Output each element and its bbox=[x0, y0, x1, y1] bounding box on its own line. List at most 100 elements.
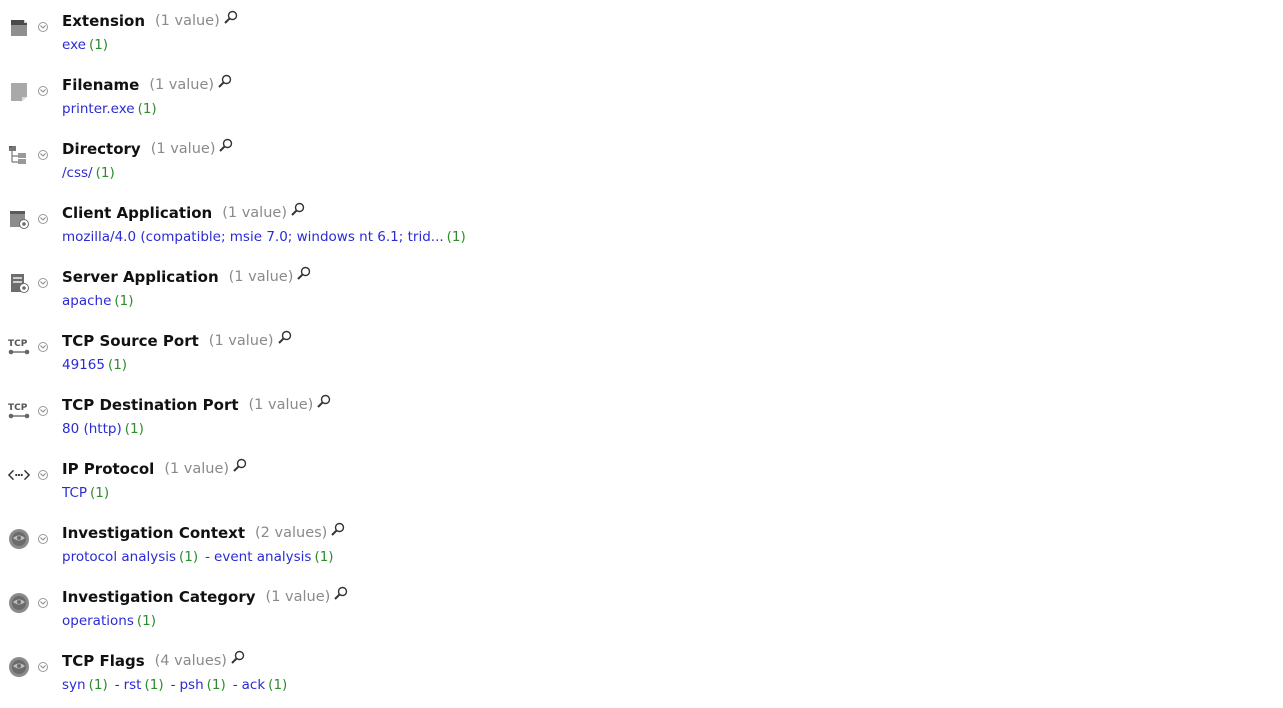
meta-key-name: TCP Flags bbox=[62, 652, 145, 670]
meta-value-link[interactable]: 80 (http) bbox=[62, 421, 122, 437]
meta-row: Server Application (1 value) apache (1) bbox=[0, 256, 1283, 320]
value-separator: - bbox=[205, 549, 211, 565]
meta-value-link[interactable]: 49165 bbox=[62, 357, 105, 373]
meta-key-name: Investigation Context bbox=[62, 524, 246, 542]
meta-key-name: Filename bbox=[62, 76, 140, 94]
meta-value-hits: (1) bbox=[446, 229, 466, 245]
meta-values: exe (1) bbox=[62, 35, 108, 55]
meta-key-name: Server Application bbox=[62, 268, 219, 286]
chevron-down-icon[interactable] bbox=[38, 406, 48, 416]
server-app-icon bbox=[8, 272, 30, 294]
search-icon[interactable] bbox=[231, 650, 245, 664]
meta-key-name: TCP Source Port bbox=[62, 332, 199, 350]
search-icon[interactable] bbox=[331, 522, 345, 536]
meta-value-hits: (1) bbox=[268, 677, 288, 693]
search-icon[interactable] bbox=[291, 202, 305, 216]
meta-value-link[interactable]: mozilla/4.0 (compatible; msie 7.0; windo… bbox=[62, 229, 444, 245]
meta-values: TCP (1) bbox=[62, 483, 109, 503]
chevron-down-icon[interactable] bbox=[38, 342, 48, 352]
meta-value-link[interactable]: TCP bbox=[62, 485, 87, 501]
chevron-down-icon[interactable] bbox=[38, 278, 48, 288]
meta-title-line: IP Protocol (1 value) bbox=[62, 458, 247, 480]
meta-values: protocol analysis (1) - event analysis (1) bbox=[62, 547, 334, 567]
search-icon[interactable] bbox=[317, 394, 331, 408]
investigation-icon bbox=[8, 592, 30, 614]
chevron-down-icon[interactable] bbox=[38, 22, 48, 32]
meta-values: printer.exe (1) bbox=[62, 99, 157, 119]
ip-protocol-icon bbox=[8, 464, 30, 486]
meta-value-count: (1 value) bbox=[150, 141, 216, 157]
search-icon[interactable] bbox=[224, 10, 238, 24]
search-icon[interactable] bbox=[334, 586, 348, 600]
meta-values: 80 (http) (1) bbox=[62, 419, 144, 439]
chevron-down-icon[interactable] bbox=[38, 662, 48, 672]
meta-value-count: (1 value) bbox=[222, 205, 287, 221]
meta-title-line: Investigation Context (2 values) bbox=[62, 522, 345, 544]
search-icon[interactable] bbox=[218, 74, 232, 88]
meta-value-link[interactable]: protocol analysis bbox=[62, 549, 176, 565]
meta-row: Extension (1 value) exe (1) bbox=[0, 0, 1283, 64]
meta-value-count: (4 values) bbox=[154, 653, 227, 669]
chevron-down-icon[interactable] bbox=[38, 534, 48, 544]
search-icon[interactable] bbox=[277, 330, 292, 344]
tcp-icon: TCP bbox=[8, 400, 30, 422]
meta-value-count: (1 value) bbox=[228, 269, 294, 285]
chevron-down-icon[interactable] bbox=[38, 470, 48, 480]
meta-value-hits: (1) bbox=[144, 677, 164, 693]
chevron-down-icon[interactable] bbox=[38, 86, 48, 96]
meta-title-line: Filename (1 value) bbox=[62, 74, 232, 96]
meta-key-name: Investigation Category bbox=[62, 588, 256, 606]
meta-value-link[interactable]: event analysis bbox=[214, 549, 311, 565]
meta-row: Investigation Category (1 value) operation… bbox=[0, 576, 1283, 640]
meta-title-line: TCP Destination Port (1 value) bbox=[62, 394, 331, 416]
investigation-icon bbox=[8, 528, 30, 550]
meta-row: Client Application (1 value) mozilla/4.0 (… bbox=[0, 192, 1283, 256]
search-icon[interactable] bbox=[219, 138, 233, 152]
value-separator: - bbox=[170, 677, 176, 693]
chevron-down-icon[interactable] bbox=[38, 150, 48, 160]
meta-row: Investigation Context (2 values) protocol … bbox=[0, 512, 1283, 576]
meta-value-count: (1 value) bbox=[155, 13, 220, 29]
value-separator: - bbox=[114, 677, 120, 693]
file-icon bbox=[8, 80, 30, 102]
search-icon[interactable] bbox=[297, 266, 311, 280]
meta-value-hits: (1) bbox=[314, 549, 334, 565]
meta-key-name: IP Protocol bbox=[62, 460, 155, 478]
chevron-down-icon[interactable] bbox=[38, 214, 48, 224]
meta-value-link[interactable]: apache bbox=[62, 293, 111, 309]
meta-values: mozilla/4.0 (compatible; msie 7.0; windo… bbox=[62, 227, 466, 247]
meta-value-hits: (1) bbox=[137, 101, 157, 117]
meta-value-link[interactable]: operations bbox=[62, 613, 134, 629]
meta-value-count: (2 values) bbox=[255, 525, 328, 541]
tcp-icon: TCP bbox=[8, 336, 30, 358]
meta-key-name: TCP Destination Port bbox=[62, 396, 239, 414]
meta-value-link[interactable]: psh bbox=[179, 677, 203, 693]
meta-value-hits: (1) bbox=[88, 37, 109, 53]
meta-list: Extension (1 value) exe (1) Filename (1 value… bbox=[0, 0, 1283, 708]
chevron-down-icon[interactable] bbox=[38, 598, 48, 608]
meta-value-hits: (1) bbox=[114, 293, 134, 309]
meta-values: apache (1) bbox=[62, 291, 134, 311]
client-app-icon bbox=[8, 208, 30, 230]
meta-value-count: (1 value) bbox=[208, 333, 274, 349]
meta-value-link[interactable]: ack bbox=[242, 677, 266, 693]
meta-value-link[interactable]: /css/ bbox=[62, 165, 93, 181]
svg-text:TCP: TCP bbox=[8, 339, 28, 349]
meta-value-hits: (1) bbox=[136, 613, 156, 629]
meta-value-link[interactable]: exe bbox=[62, 37, 86, 53]
meta-title-line: TCP Flags (4 values) bbox=[62, 650, 245, 672]
meta-value-link[interactable]: syn bbox=[62, 677, 86, 693]
meta-title-line: Server Application (1 value) bbox=[62, 266, 311, 288]
search-icon[interactable] bbox=[233, 458, 247, 472]
meta-value-hits: (1) bbox=[206, 677, 226, 693]
meta-value-hits: (1) bbox=[88, 677, 108, 693]
meta-value-hits: (1) bbox=[95, 165, 115, 181]
meta-value-link[interactable]: rst bbox=[124, 677, 142, 693]
meta-value-link[interactable]: printer.exe bbox=[62, 101, 135, 117]
meta-row: TCP Flags (4 values) syn (1) - rst (1) - psh (1) -… bbox=[0, 640, 1283, 704]
meta-values: syn (1) - rst (1) - psh (1) - ack (1) bbox=[62, 675, 287, 695]
meta-row: TCP TCP Source Port (1 value) 49165 (1) bbox=[0, 320, 1283, 384]
meta-value-count: (1 value) bbox=[149, 77, 215, 93]
svg-text:TCP: TCP bbox=[8, 403, 28, 413]
meta-title-line: Investigation Category (1 value) bbox=[62, 586, 348, 608]
